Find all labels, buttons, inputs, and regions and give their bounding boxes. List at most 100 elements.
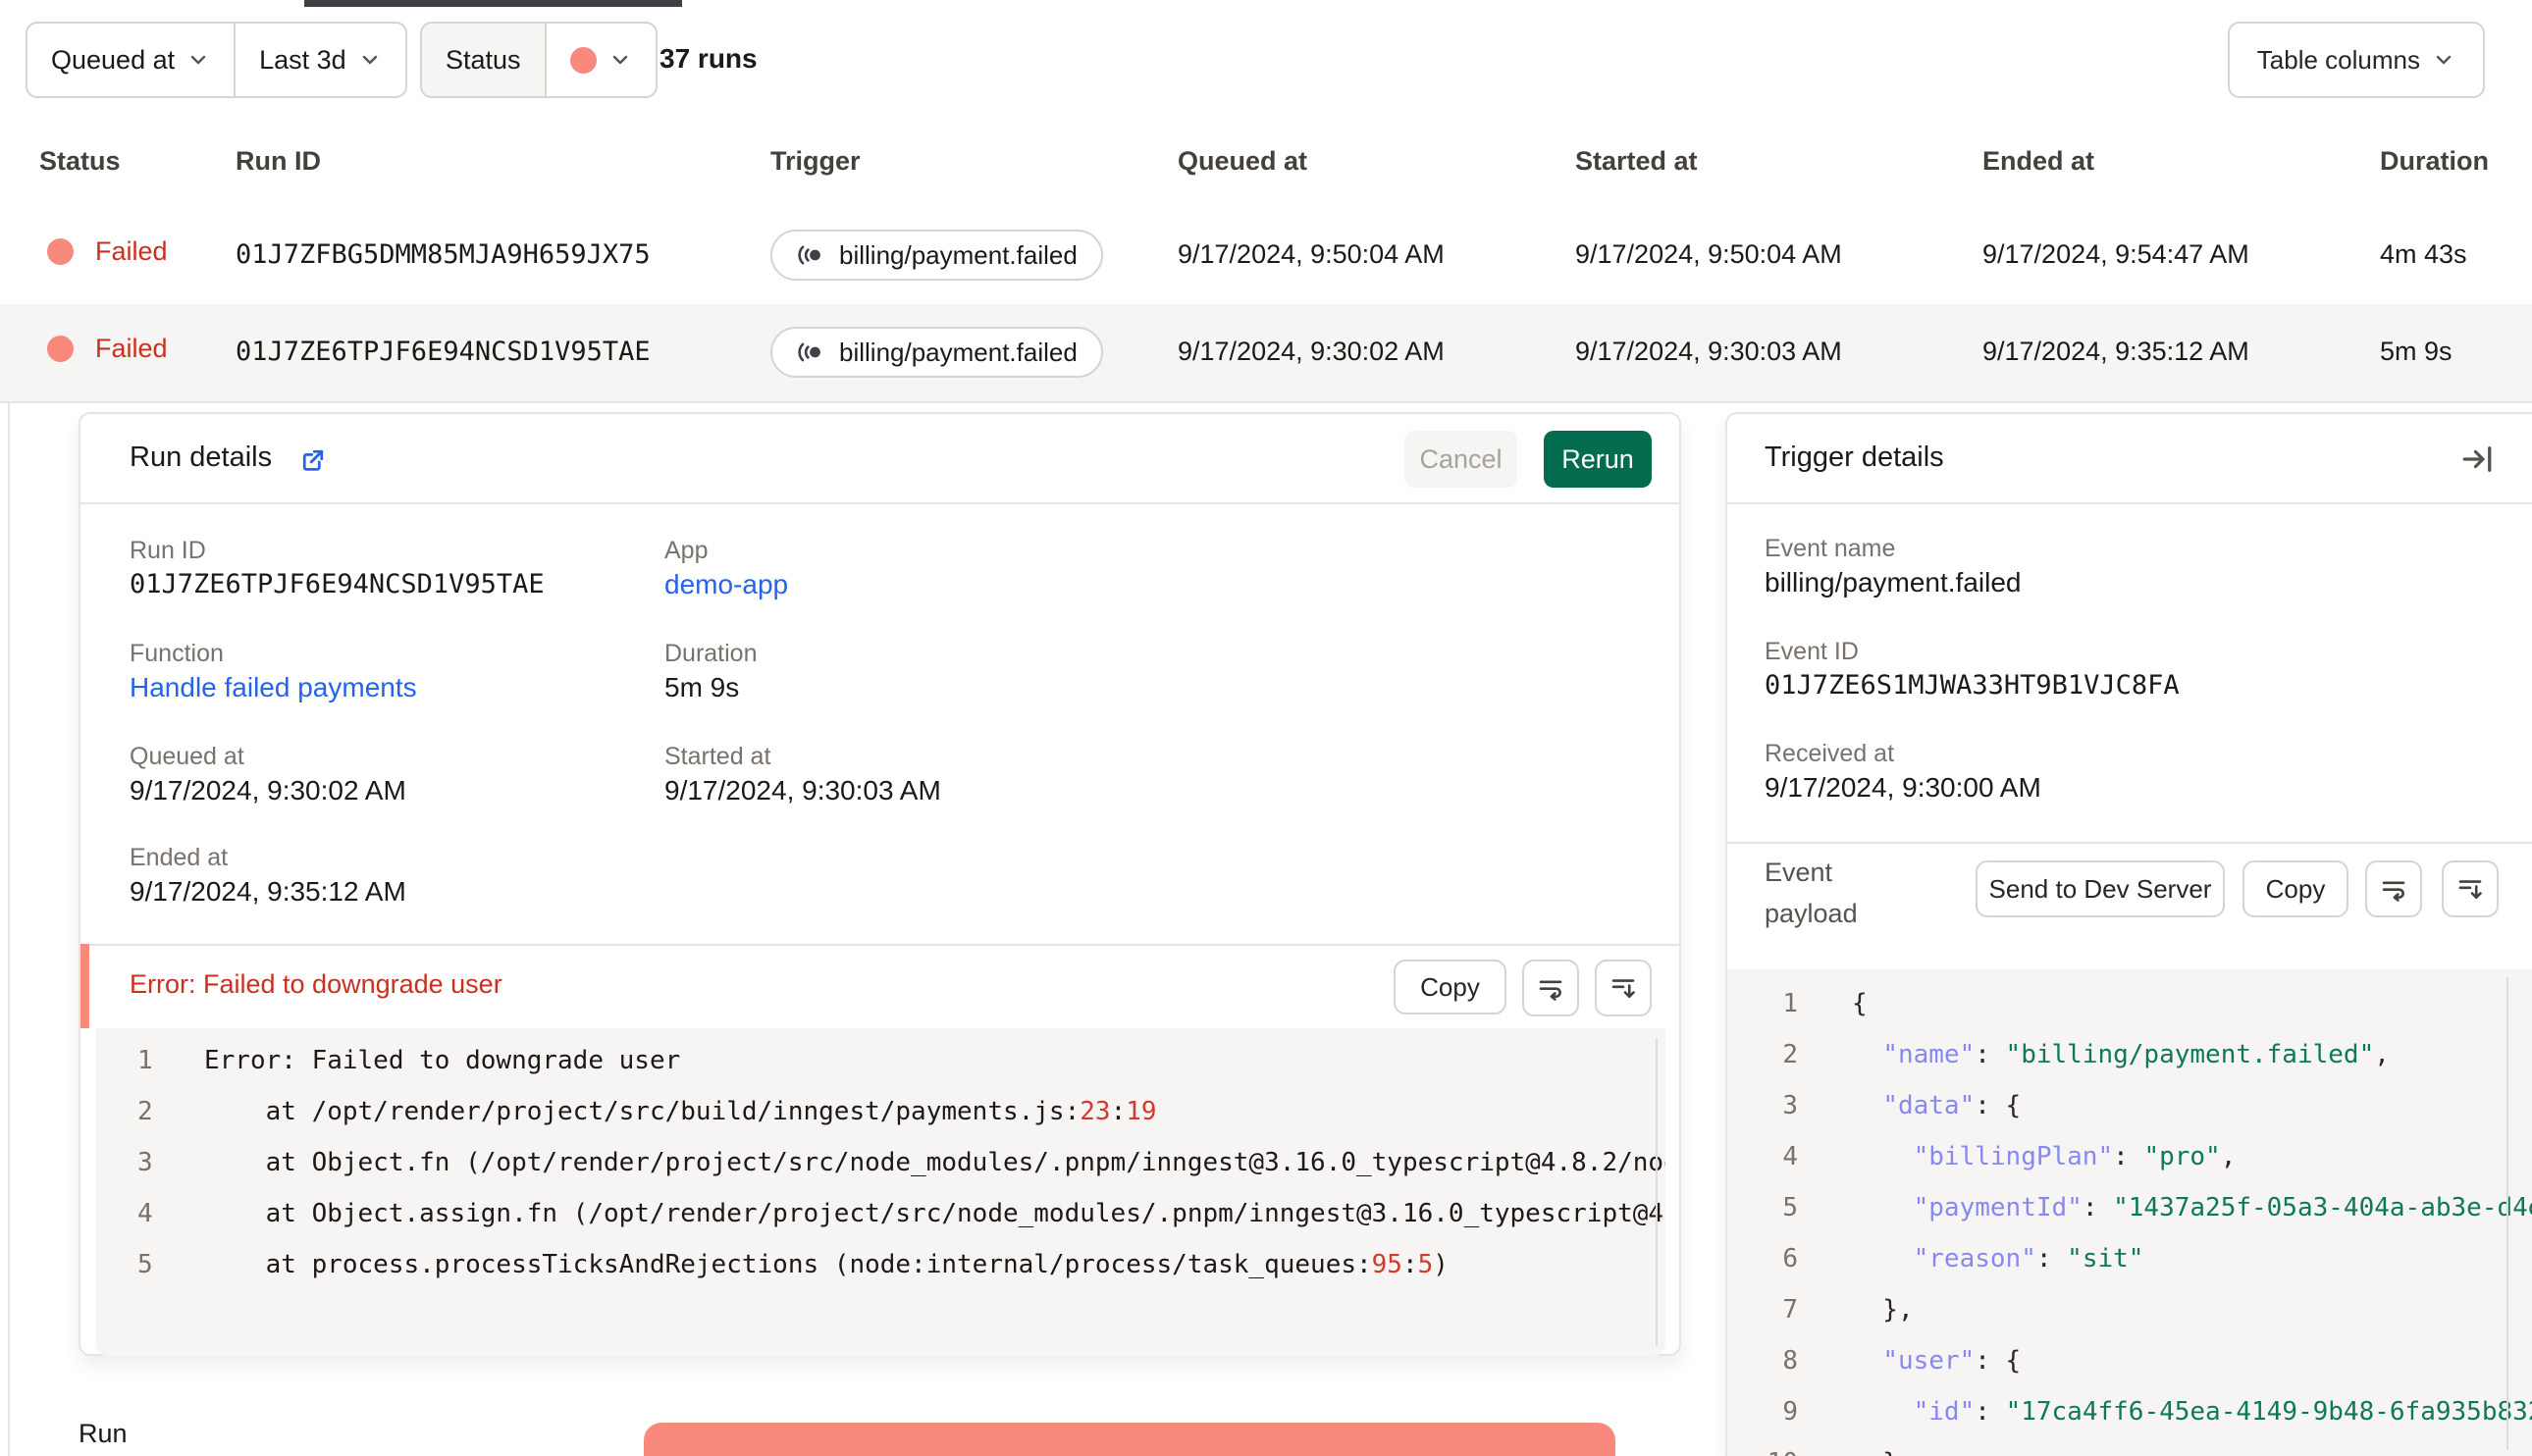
copy-error-button[interactable]: Copy [1394, 960, 1506, 1014]
queued-at-value: 9/17/2024, 9:30:02 AM [130, 775, 406, 806]
external-link-icon[interactable] [298, 445, 328, 475]
status-badge: Failed [47, 236, 168, 267]
json-key: "id" [1913, 1397, 1976, 1427]
time-range-filter-label: Last 3d [259, 44, 346, 75]
table-columns-button[interactable]: Table columns [2227, 22, 2485, 98]
event-trigger-icon [798, 245, 820, 265]
trigger-badge[interactable]: billing/payment.failed [770, 327, 1103, 378]
run-id-cell: 01J7ZE6TPJF6E94NCSD1V95TAE [236, 337, 651, 367]
filter-toolbar: Queued at Last 3d Status 37 runs Table c… [0, 0, 2532, 123]
trigger-badge[interactable]: billing/payment.failed [770, 230, 1103, 281]
scroll-to-bottom-button[interactable] [2442, 860, 2499, 917]
word-wrap-toggle-button[interactable] [1522, 960, 1579, 1016]
status-filter-failed-dot [569, 46, 597, 74]
collapse-panel-icon[interactable] [2459, 442, 2495, 477]
json-line: 1{ [1753, 989, 1867, 1018]
table-row[interactable]: Failed 01J7ZFBG5DMM85MJA9H659JX75 billin… [0, 207, 2532, 306]
stack-text: ) [1433, 1250, 1449, 1279]
run-id-cell: 01J7ZFBG5DMM85MJA9H659JX75 [236, 239, 651, 270]
table-columns-label: Table columns [2256, 44, 2420, 75]
json-punct: : [1975, 1397, 2006, 1427]
event-name-label: Event name [1765, 535, 1896, 562]
cancel-label: Cancel [1419, 443, 1503, 474]
stack-trace-code-block[interactable]: 1 Error: Failed to downgrade user 2 at /o… [96, 1028, 1665, 1356]
json-punct [1852, 1193, 1914, 1222]
event-name-value: billing/payment.failed [1765, 567, 2022, 598]
run-details-title: Run details [130, 442, 273, 473]
json-string-value: "pro" [2143, 1142, 2221, 1171]
status-text: Failed [95, 236, 168, 266]
trigger-details-panel: Trigger details Event name billing/payme… [1725, 412, 2532, 1456]
stack-line: 1 Error: Failed to downgrade user [137, 1046, 680, 1075]
run-details-panel: Run details Cancel Rerun Run ID 01J7ZE6T… [79, 412, 1681, 1356]
json-punct: : [2082, 1193, 2114, 1222]
duration-cell: 5m 9s [2380, 337, 2453, 366]
table-row[interactable]: Failed 01J7ZE6TPJF6E94NCSD1V95TAE billin… [0, 304, 2532, 403]
word-wrap-toggle-button[interactable] [2365, 860, 2422, 917]
runs-count: 37 runs [659, 43, 758, 74]
word-wrap-icon [2382, 881, 2405, 902]
json-string-value: "1437a25f-05a3-404a-ab3e-d4e6a8 [2113, 1193, 2532, 1222]
json-key: "user" [1882, 1346, 1976, 1376]
received-at-value: 9/17/2024, 9:30:00 AM [1765, 772, 2041, 803]
rerun-label: Rerun [1561, 443, 1634, 474]
timeline-run-label: Run [79, 1419, 128, 1448]
date-field-filter-group: Queued at Last 3d [26, 22, 407, 98]
stack-text: at process.processTicksAndRejections (no… [204, 1250, 1372, 1279]
error-accent-stripe [80, 944, 89, 1028]
chevron-down-icon [362, 55, 377, 65]
col-header-status: Status [39, 146, 121, 176]
copy-payload-button[interactable]: Copy [2242, 860, 2348, 917]
stack-text: at Object.fn (/opt/render/project/src/no… [204, 1148, 1665, 1177]
send-to-dev-server-button[interactable]: Send to Dev Server [1976, 860, 2225, 917]
json-punct: : [1975, 1040, 2006, 1069]
queued-at-filter-label: Queued at [51, 44, 176, 75]
trigger-event-name: billing/payment.failed [839, 337, 1078, 367]
status-filter-label-segment[interactable]: Status [422, 24, 545, 96]
runs-table-header: Status Run ID Trigger Queued at Started … [0, 121, 2532, 209]
function-label: Function [130, 640, 224, 667]
started-at-cell: 9/17/2024, 9:50:04 AM [1575, 239, 1842, 269]
event-id-value: 01J7ZE6S1MJWA33HT9B1VJC8FA [1765, 670, 2180, 701]
function-link[interactable]: Handle failed payments [130, 672, 417, 703]
stack-line: 3 at Object.fn (/opt/render/project/src/… [137, 1148, 1665, 1177]
cancel-button[interactable]: Cancel [1404, 431, 1517, 488]
time-range-filter-dropdown[interactable]: Last 3d [234, 24, 405, 96]
line-number: 2 [1782, 1040, 1798, 1069]
rerun-button[interactable]: Rerun [1544, 431, 1652, 488]
json-key: "paymentId" [1913, 1193, 2083, 1222]
stack-line: 5 at process.processTicksAndRejections (… [137, 1250, 1449, 1279]
run-timeline-bar[interactable] [644, 1423, 1615, 1456]
scroll-to-bottom-button[interactable] [1595, 960, 1652, 1016]
json-string-value: "sit" [2067, 1244, 2144, 1274]
failed-status-dot [47, 238, 74, 265]
status-filter-label: Status [446, 44, 521, 75]
col-header-started-at: Started at [1575, 146, 1698, 176]
app-link[interactable]: demo-app [664, 569, 788, 600]
queued-at-filter-dropdown[interactable]: Queued at [27, 24, 234, 96]
json-line: 3 "data": { [1753, 1091, 2021, 1120]
json-key: "data" [1882, 1091, 1976, 1120]
line-number: 3 [137, 1148, 153, 1177]
queued-at-label: Queued at [130, 743, 244, 770]
trigger-details-title: Trigger details [1765, 442, 1944, 473]
line-number: 3 [1782, 1091, 1798, 1120]
started-at-label: Started at [664, 743, 771, 770]
event-trigger-icon [798, 342, 820, 362]
event-payload-code-block[interactable]: 1{ 2 "name": "billing/payment.failed", 3… [1727, 969, 2532, 1456]
queued-at-cell: 9/17/2024, 9:30:02 AM [1178, 337, 1445, 366]
json-punct [1852, 1091, 1882, 1120]
duration-cell: 4m 43s [2380, 239, 2467, 269]
status-filter-value-dropdown[interactable] [544, 24, 656, 96]
col-header-duration: Duration [2380, 146, 2489, 176]
run-id-label: Run ID [130, 537, 206, 564]
scrollbar[interactable] [1656, 1038, 1658, 1346]
json-punct: : [2113, 1142, 2144, 1171]
line-number: 2 [137, 1097, 153, 1126]
line-number: 5 [1782, 1193, 1798, 1222]
stack-text: at Object.assign.fn (/opt/render/project… [204, 1199, 1665, 1228]
stack-line: 2 at /opt/render/project/src/build/innge… [137, 1097, 1157, 1126]
failed-status-dot [47, 336, 74, 362]
json-punct [1852, 1040, 1882, 1069]
scrollbar[interactable] [2506, 977, 2508, 1450]
